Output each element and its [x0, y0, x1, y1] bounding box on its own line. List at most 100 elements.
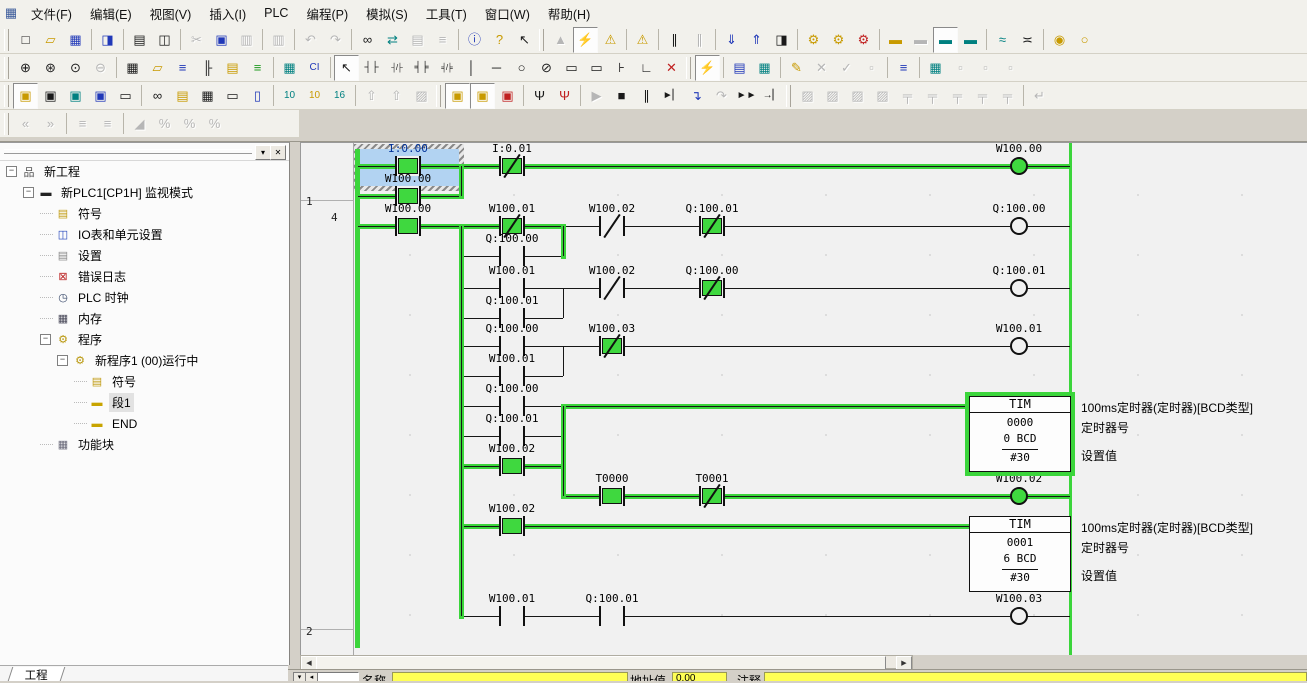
toggle-grid-button[interactable]: ▦: [120, 55, 145, 81]
tree-close-button[interactable]: ✕: [270, 145, 286, 160]
menu-h[interactable]: 帮助(H): [539, 1, 599, 26]
find-replace-button[interactable]: ⇄: [380, 27, 405, 53]
window-output-button[interactable]: ▣: [38, 83, 63, 109]
find-button[interactable]: ∞: [355, 27, 380, 53]
contact-nc-W10002[interactable]: [599, 278, 625, 298]
print-preview-button[interactable]: ◫: [152, 27, 177, 53]
toolbar-grip[interactable]: [4, 29, 9, 51]
about-button[interactable]: ⓘ: [462, 27, 487, 53]
scroll-right-button[interactable]: ▶: [896, 656, 912, 670]
tree-item-PLC时钟[interactable]: ◷PLC 时钟: [0, 287, 289, 308]
clear-pause-button[interactable]: Ψ: [552, 83, 577, 109]
data-trace-button[interactable]: ▤: [727, 55, 752, 81]
gray-x-button[interactable]: ▫: [973, 55, 998, 81]
contact-no-W10001[interactable]: [499, 606, 525, 626]
menu-i[interactable]: 插入(I): [200, 1, 255, 26]
time-chart-monitor-button[interactable]: ▦: [752, 55, 777, 81]
monitor-window-button[interactable]: ▬: [933, 27, 958, 53]
zoom-100-button[interactable]: ⊙: [63, 55, 88, 81]
monitoring-button[interactable]: ⚡: [695, 55, 720, 81]
expand-toggle[interactable]: −: [23, 187, 34, 198]
send-changes-button[interactable]: ⚙: [826, 27, 851, 53]
contact-no-button[interactable]: ┤├: [359, 55, 384, 81]
upload-from-plc-button[interactable]: ⇑: [744, 27, 769, 53]
ratio-4-button[interactable]: %: [202, 111, 227, 137]
ladder-h-scrollbar[interactable]: ◀ ▶: [300, 655, 913, 669]
gray-z-button[interactable]: ▫: [948, 55, 973, 81]
edit-gray-3-button[interactable]: ▫: [859, 55, 884, 81]
toolbar-grip[interactable]: [539, 29, 544, 51]
io-window-button[interactable]: ▬: [958, 27, 983, 53]
contact-no-W10002[interactable]: [499, 456, 525, 476]
toolbar-grip[interactable]: [786, 85, 791, 107]
inverted-instruction-button[interactable]: ▭: [584, 55, 609, 81]
sort-button[interactable]: ≡: [430, 27, 455, 53]
replace-button[interactable]: ▤: [405, 27, 430, 53]
output-window-button[interactable]: ▭: [220, 83, 245, 109]
tree-item-错误日志[interactable]: ⊠错误日志: [0, 266, 289, 287]
force-gray-1-button[interactable]: ╤: [895, 83, 920, 109]
toolbar-grip[interactable]: [4, 85, 9, 107]
delete-line-button[interactable]: ✕: [659, 55, 684, 81]
toolbar-grip[interactable]: [686, 57, 691, 79]
scroll-left-button[interactable]: ◀: [301, 656, 317, 670]
vertical-line-button[interactable]: │: [459, 55, 484, 81]
pause-monitor-button[interactable]: ∥: [662, 27, 687, 53]
tree-item-新程序1(00)运行中[interactable]: −⚙新程序1 (00)运行中: [0, 350, 289, 371]
monitor-data-button[interactable]: ▦: [923, 55, 948, 81]
pause-button[interactable]: ∥: [687, 27, 712, 53]
tree-item-符号[interactable]: ▤符号: [0, 203, 289, 224]
closed-coil-button[interactable]: ⊘: [534, 55, 559, 81]
time-chart-button[interactable]: ≍: [1015, 27, 1040, 53]
paste-special-button[interactable]: ▥: [266, 27, 291, 53]
window-watch-button[interactable]: ▣: [63, 83, 88, 109]
redo-button[interactable]: ↷: [323, 27, 348, 53]
decimal-display-button[interactable]: 10: [277, 83, 302, 109]
compile-button[interactable]: ◨: [95, 27, 120, 53]
copy-button[interactable]: ▣: [209, 27, 234, 53]
or-contact-no-button[interactable]: ╡╞: [409, 55, 434, 81]
menu-w[interactable]: 窗口(W): [476, 1, 539, 26]
context-help-button[interactable]: ↖: [512, 27, 537, 53]
new-button[interactable]: □: [13, 27, 38, 53]
gray-diff-button[interactable]: ▨: [409, 83, 434, 109]
toolbar-grip[interactable]: [4, 57, 9, 79]
contact-no-W10002[interactable]: [499, 516, 525, 536]
zoom-to-selection-button[interactable]: ⊛: [38, 55, 63, 81]
monitor-mode-button[interactable]: ⚠: [598, 27, 623, 53]
tree-item-符号[interactable]: ▤符号: [0, 371, 289, 392]
tree-item-IO表和单元设置[interactable]: ◫IO表和单元设置: [0, 224, 289, 245]
signed-decimal-display-button[interactable]: 10: [302, 83, 327, 109]
tree-item-END[interactable]: ▬END: [0, 413, 289, 434]
set-gray-3-button[interactable]: ▨: [845, 83, 870, 109]
symbol-bar-button[interactable]: ▤: [220, 55, 245, 81]
local-symbols-button[interactable]: ▤: [170, 83, 195, 109]
undo-button[interactable]: ↶: [298, 27, 323, 53]
ratio-2-button[interactable]: %: [152, 111, 177, 137]
online-edit-button[interactable]: ⚙: [801, 27, 826, 53]
program-mode-button[interactable]: ▲: [548, 27, 573, 53]
menu-e[interactable]: 编辑(E): [81, 1, 141, 26]
coil-W10000[interactable]: [1010, 157, 1028, 175]
expand-toggle[interactable]: −: [57, 355, 68, 366]
set-gray-1-button[interactable]: ▨: [795, 83, 820, 109]
gray-up-1-button[interactable]: ⇧: [359, 83, 384, 109]
select-tool-button[interactable]: ↖: [334, 55, 359, 81]
menu-v[interactable]: 视图(V): [141, 1, 201, 26]
step-over-button[interactable]: ↷: [709, 83, 734, 109]
gray-up-2-button[interactable]: ⇧: [384, 83, 409, 109]
align-2-button[interactable]: ≡: [95, 111, 120, 137]
zoom-in-button[interactable]: ⊕: [13, 55, 38, 81]
set-gray-2-button[interactable]: ▨: [820, 83, 845, 109]
menu-f[interactable]: 文件(F): [22, 1, 81, 26]
zoom-out-button[interactable]: ⊖: [88, 55, 113, 81]
step-run-button[interactable]: ►▏: [659, 83, 684, 109]
tim-block-0001[interactable]: TIM00016 BCD#30: [969, 516, 1071, 592]
tree-item-新工程[interactable]: −品新工程: [0, 161, 289, 182]
watch-window-button[interactable]: ▬: [883, 27, 908, 53]
menu-plc[interactable]: PLC: [255, 3, 297, 23]
step-in-button[interactable]: ↴: [684, 83, 709, 109]
force-gray-2-button[interactable]: ╤: [920, 83, 945, 109]
tree-item-程序[interactable]: −⚙程序: [0, 329, 289, 350]
ratio-1-button[interactable]: ◢: [127, 111, 152, 137]
